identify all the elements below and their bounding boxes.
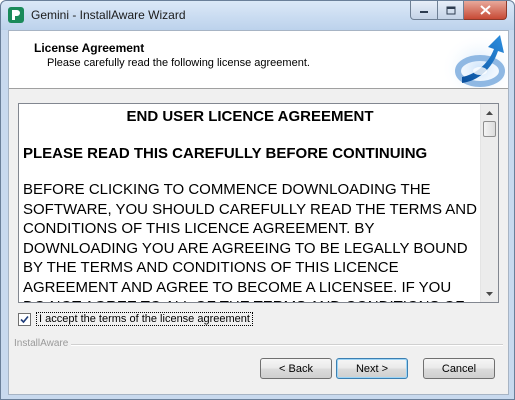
license-scrollbar[interactable]: [480, 104, 498, 302]
minimize-icon: [420, 11, 428, 13]
caption-buttons: [410, 1, 507, 20]
page-title: License Agreement: [34, 41, 145, 55]
license-text-box[interactable]: END USER LICENCE AGREEMENT PLEASE READ T…: [18, 103, 499, 303]
license-heading: END USER LICENCE AGREEMENT: [126, 108, 374, 125]
app-icon: [8, 7, 24, 23]
license-subheading: PLEASE READ THIS CAREFULLY BEFORE CONTIN…: [23, 144, 428, 162]
license-body: BEFORE CLICKING TO COMMENCE DOWNLOADING …: [23, 181, 477, 302]
license-content: END USER LICENCE AGREEMENT PLEASE READ T…: [19, 104, 481, 302]
minimize-button[interactable]: [410, 1, 438, 20]
title-bar[interactable]: Gemini - InstallAware Wizard: [1, 1, 514, 30]
maximize-button[interactable]: [438, 1, 464, 20]
brand-separator: InstallAware: [14, 338, 503, 349]
installaware-header-graphic: [444, 31, 508, 88]
scroll-up-arrow-icon: [486, 110, 493, 115]
accept-terms-row[interactable]: I accept the terms of the license agreem…: [18, 312, 253, 326]
next-button[interactable]: Next >: [336, 358, 408, 379]
close-icon: [479, 5, 491, 15]
page-subtitle: Please carefully read the following lice…: [47, 57, 310, 69]
installaware-brand-label: InstallAware: [14, 338, 72, 349]
scroll-up-button[interactable]: [481, 104, 498, 121]
scroll-down-arrow-icon: [486, 291, 493, 296]
accept-terms-label[interactable]: I accept the terms of the license agreem…: [36, 312, 253, 326]
installer-window: Gemini - InstallAware Wizard License Agr…: [0, 0, 515, 400]
wizard-header: License Agreement Please carefully read …: [9, 31, 508, 89]
maximize-icon: [446, 6, 455, 14]
window-title: Gemini - InstallAware Wizard: [31, 8, 186, 22]
scroll-thumb[interactable]: [483, 121, 496, 137]
accept-terms-checkbox[interactable]: [18, 312, 31, 326]
checkmark-icon: [20, 315, 29, 323]
scroll-down-button[interactable]: [481, 285, 498, 302]
back-button[interactable]: < Back: [260, 358, 332, 379]
separator-line: [14, 344, 503, 346]
wizard-client-area: License Agreement Please carefully read …: [8, 30, 509, 395]
cancel-button[interactable]: Cancel: [423, 358, 495, 379]
close-button[interactable]: [464, 1, 507, 20]
